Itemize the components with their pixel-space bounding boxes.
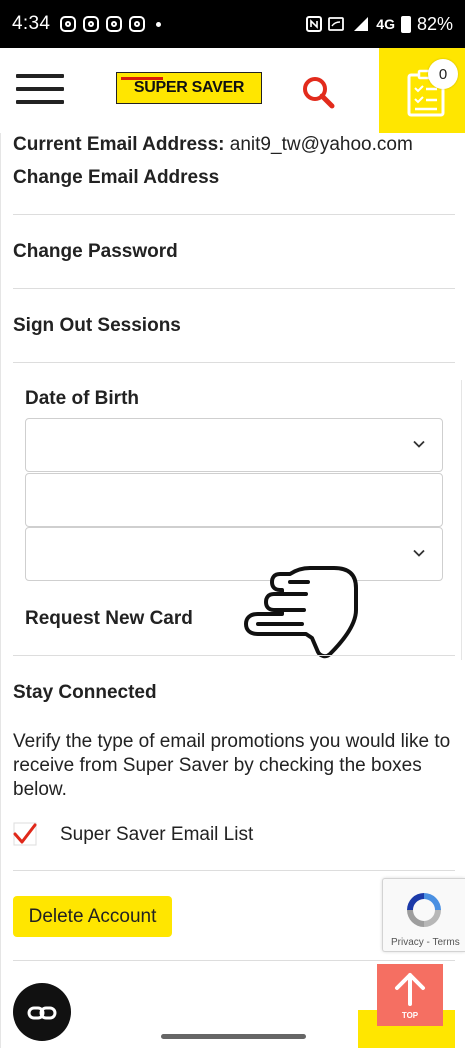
menu-icon[interactable] [16, 74, 64, 104]
site-header: SUPER SAVER 0 [0, 48, 465, 133]
change-password-link[interactable]: Change Password [13, 241, 178, 263]
stay-connected-heading: Stay Connected [13, 682, 157, 703]
wifi-calling-icon [328, 17, 345, 31]
gesture-nav-bar[interactable] [161, 1034, 306, 1039]
stay-connected-description: Verify the type of email promotions you … [13, 731, 451, 800]
recaptcha-badge[interactable]: Privacy - Terms [382, 878, 465, 952]
recaptcha-icon [407, 893, 441, 927]
arrow-up-icon [395, 973, 425, 1006]
chat-icon [27, 1006, 57, 1020]
current-email-value: anit9_tw@yahoo.com [229, 134, 413, 155]
status-bar: 4:34 4G 82% [0, 0, 465, 48]
change-email-link[interactable]: Change Email Address [13, 167, 219, 189]
checkbox-checked-icon[interactable] [13, 822, 37, 846]
battery-percent: 82% [416, 13, 453, 34]
divider [13, 214, 455, 215]
email-list-label[interactable]: Super Saver Email List [60, 824, 253, 846]
more-notifications-icon [156, 21, 162, 27]
battery-icon [400, 15, 411, 33]
cart-count-badge: 0 [428, 59, 458, 89]
nfc-icon [306, 16, 323, 32]
network-type: 4G [376, 16, 395, 32]
divider [13, 870, 455, 871]
back-to-top-button[interactable]: TOP [377, 964, 443, 1026]
notification-icons [60, 16, 162, 32]
divider [13, 960, 455, 961]
signal-icon [354, 17, 369, 31]
chevron-down-icon [413, 440, 425, 448]
logo-text: SUPER SAVER [133, 79, 245, 96]
chevron-down-icon [413, 549, 425, 557]
instagram-icon [60, 16, 77, 32]
current-email-label: Current Email Address: [13, 134, 225, 155]
recaptcha-links[interactable]: Privacy - Terms [391, 937, 460, 948]
dob-day-input[interactable] [25, 473, 443, 527]
dob-month-select[interactable] [25, 418, 443, 472]
date-of-birth-label: Date of Birth [25, 388, 139, 409]
back-to-top-label: TOP [401, 1011, 419, 1020]
shopping-list-icon [407, 69, 445, 117]
page-left-border [0, 133, 1, 1048]
delete-account-button[interactable]: Delete Account [13, 896, 172, 937]
chat-button[interactable] [13, 983, 71, 1041]
pointing-hand-icon [244, 566, 358, 659]
status-right: 4G 82% [306, 14, 453, 35]
divider [13, 655, 455, 656]
logo-accent-bar [121, 77, 163, 80]
super-saver-logo[interactable]: SUPER SAVER [116, 72, 262, 104]
dob-year-select[interactable] [25, 527, 443, 581]
divider [13, 288, 455, 289]
instagram-icon [129, 16, 146, 32]
instagram-icon [83, 16, 100, 32]
search-icon[interactable] [300, 74, 336, 110]
request-new-card-link[interactable]: Request New Card [25, 608, 193, 630]
current-email-row: Current Email Address: anit9_tw@yahoo.co… [13, 134, 413, 156]
sign-out-sessions-link[interactable]: Sign Out Sessions [13, 315, 181, 337]
divider [13, 362, 455, 363]
panel-right-border [461, 380, 462, 660]
status-time: 4:34 [12, 13, 51, 34]
instagram-icon [106, 16, 123, 32]
shopping-list-button[interactable] [379, 48, 465, 133]
